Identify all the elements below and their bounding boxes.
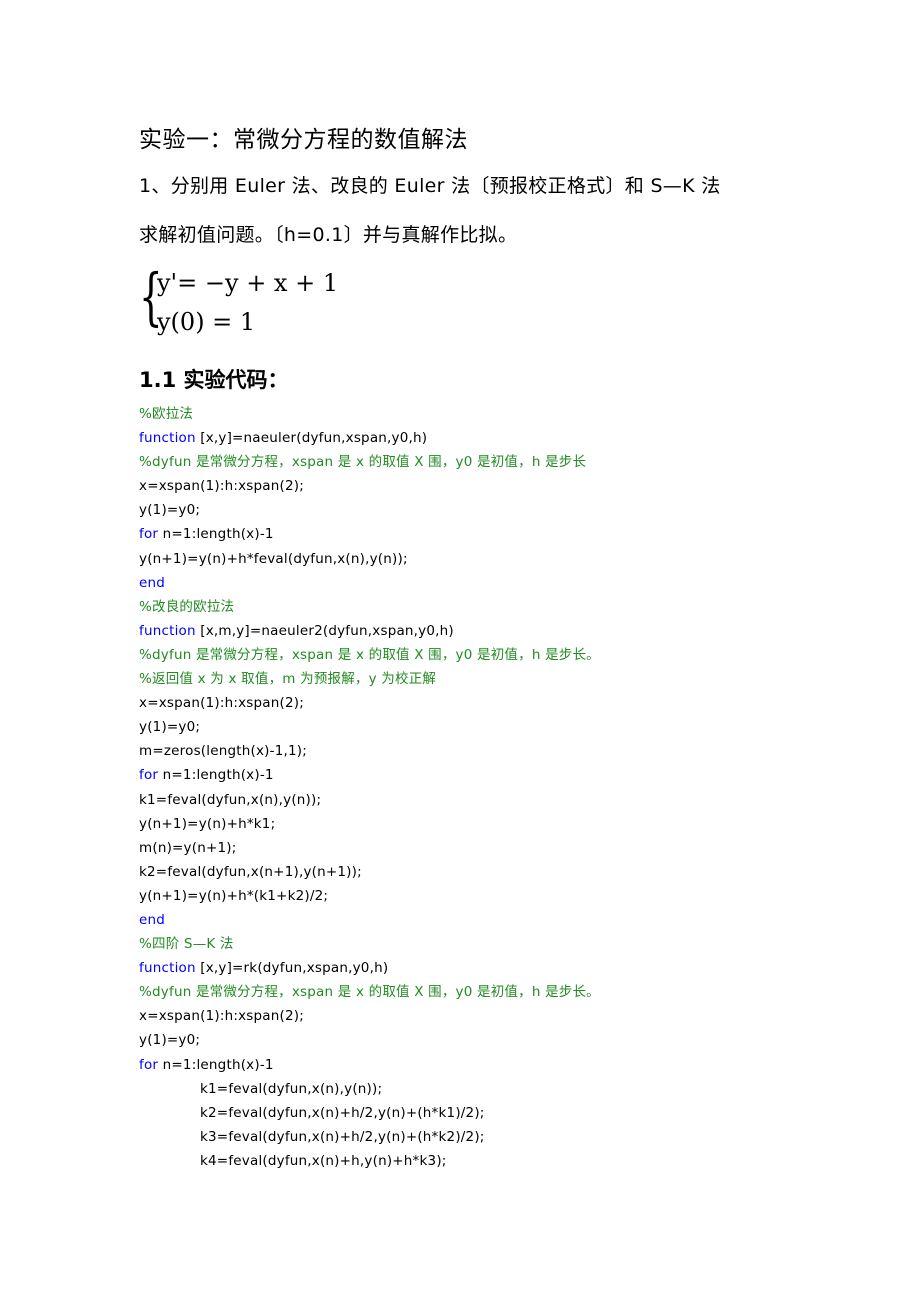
problem-statement-line-1: 1、分别用 Euler 法、改良的 Euler 法〔预报校正格式〕和 S—K 法: [139, 175, 721, 197]
code-line: k2=feval(dyfun,x(n+1),y(n+1));: [139, 863, 362, 880]
code-line: y(1)=y0;: [139, 502, 201, 519]
code-text: n=1:length(x)-1: [158, 526, 274, 543]
code-text: [x,m,y]=naeuler2(dyfun,xspan,y0,h): [195, 622, 454, 639]
code-comment-line: %dyfun 是常微分方程，xspan 是 x 的取值 X 围，y0 是初值，h…: [139, 984, 600, 1001]
problem-statement-line-2: 求解初值问题。〔h=0.1〕并与真解作比拟。: [139, 224, 518, 246]
section-heading: 1.1 实验代码：: [139, 368, 289, 392]
code-keyword: for: [139, 526, 159, 543]
code-line: for n=1:length(x)-1: [139, 522, 600, 546]
code-line: y(n+1)=y(n)+h*k1;: [139, 815, 276, 832]
code-comment-line: %欧拉法: [139, 406, 194, 422]
code-keyword: function: [139, 430, 196, 447]
code-line: for n=1:length(x)-1: [139, 763, 600, 787]
code-comment-line: %四阶 S—K 法: [139, 936, 234, 953]
code-keyword: function: [139, 622, 196, 639]
code-text: n=1:length(x)-1: [158, 767, 274, 784]
code-line: y(1)=y0;: [139, 719, 201, 736]
code-line: m=zeros(length(x)-1,1);: [139, 743, 307, 760]
code-text: [x,y]=rk(dyfun,xspan,y0,h): [195, 960, 389, 977]
code-line: function [x,m,y]=naeuler2(dyfun,xspan,y0…: [139, 619, 600, 643]
code-comment-line: %dyfun 是常微分方程，xspan 是 x 的取值 X 围，y0 是初值，h…: [139, 646, 600, 663]
code-block: %欧拉法 function [x,y]=naeuler(dyfun,xspan,y…: [139, 402, 600, 1173]
code-line: function [x,y]=naeuler(dyfun,xspan,y0,h): [139, 426, 600, 450]
code-keyword: function: [139, 960, 196, 977]
code-line: k2=feval(dyfun,x(n)+h/2,y(n)+(h*k1)/2);: [200, 1104, 485, 1121]
code-line: k1=feval(dyfun,x(n),y(n));: [139, 791, 322, 808]
code-line: y(n+1)=y(n)+h*(k1+k2)/2;: [139, 887, 329, 904]
code-line: for n=1:length(x)-1: [139, 1053, 600, 1077]
code-keyword-line: end: [139, 574, 166, 591]
code-line: k4=feval(dyfun,x(n)+h,y(n)+h*k3);: [200, 1152, 447, 1169]
code-line: function [x,y]=rk(dyfun,xspan,y0,h): [139, 956, 600, 980]
code-comment-line: %返回值 x 为 x 取值，m 为预报解，y 为校正解: [139, 671, 437, 688]
equation-line-1: y'= −y + x + 1: [157, 269, 339, 297]
document-title: 实验一：常微分方程的数值解法: [139, 127, 468, 153]
code-comment-line: %dyfun 是常微分方程，xspan 是 x 的取值 X 围，y0 是初值，h…: [139, 454, 587, 471]
initial-value-equation: { y'= −y + x + 1 y(0) = 1: [139, 262, 339, 342]
code-text: [x,y]=naeuler(dyfun,xspan,y0,h): [195, 430, 428, 447]
code-line: x=xspan(1):h:xspan(2);: [139, 478, 304, 495]
code-line: y(1)=y0;: [139, 1032, 201, 1049]
code-line: k1=feval(dyfun,x(n),y(n));: [200, 1080, 383, 1097]
code-keyword-line: end: [139, 911, 166, 928]
code-text: n=1:length(x)-1: [158, 1056, 274, 1073]
code-comment-line: %改良的欧拉法: [139, 598, 235, 615]
code-line: x=xspan(1):h:xspan(2);: [139, 695, 304, 712]
code-line: m(n)=y(n+1);: [139, 839, 237, 856]
code-keyword: for: [139, 767, 159, 784]
code-keyword: for: [139, 1056, 159, 1073]
code-line: k3=feval(dyfun,x(n)+h/2,y(n)+(h*k2)/2);: [200, 1128, 485, 1145]
equation-line-2: y(0) = 1: [157, 308, 256, 336]
code-line: x=xspan(1):h:xspan(2);: [139, 1008, 304, 1025]
code-line: y(n+1)=y(n)+h*feval(dyfun,x(n),y(n));: [139, 550, 408, 567]
